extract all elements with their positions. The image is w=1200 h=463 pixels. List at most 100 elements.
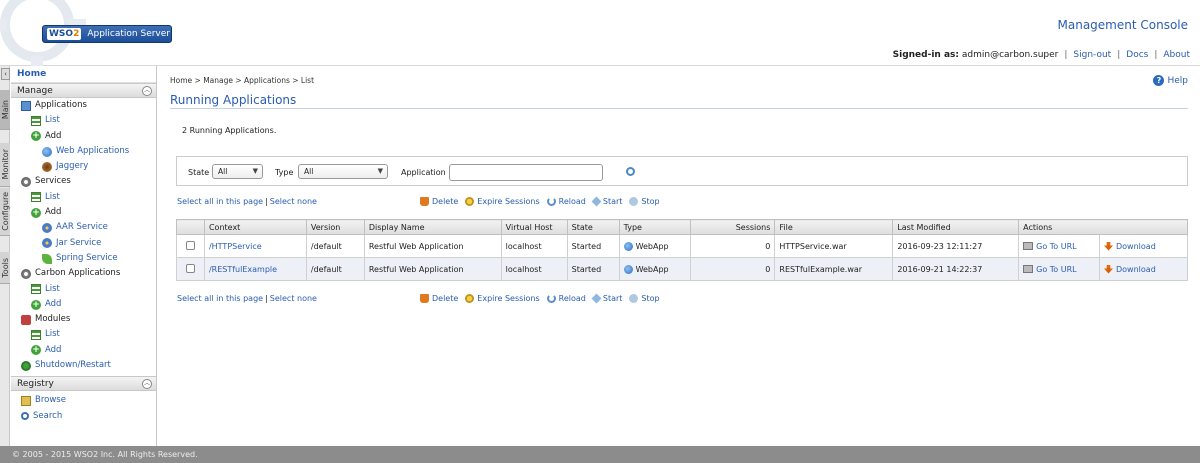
- docs-link[interactable]: Docs: [1126, 50, 1148, 60]
- tab-configure[interactable]: Configure: [0, 188, 10, 236]
- menu-jaggery[interactable]: Jaggery: [11, 159, 156, 174]
- row-checkbox-cell: [176, 234, 205, 258]
- virtual-host-cell: localhost: [500, 257, 568, 281]
- start-button[interactable]: Start: [591, 196, 622, 207]
- select-none-link[interactable]: Select none: [270, 197, 317, 206]
- stop-icon: [629, 294, 639, 303]
- menu-shutdown-restart[interactable]: Shutdown/Restart: [11, 358, 156, 373]
- header-virtual-host[interactable]: Virtual Host: [500, 219, 568, 235]
- jar-service-icon: [42, 238, 52, 249]
- row-checkbox[interactable]: [186, 240, 195, 250]
- about-link[interactable]: About: [1163, 50, 1190, 60]
- reload-button[interactable]: Reload: [546, 294, 586, 303]
- menu-search[interactable]: Search: [11, 409, 156, 424]
- stop-button[interactable]: Stop: [629, 294, 660, 303]
- go-to-url-link[interactable]: Go To URL: [1023, 242, 1077, 251]
- tab-tools[interactable]: Tools: [0, 252, 10, 284]
- section-manage[interactable]: Manage ︿: [11, 83, 156, 98]
- reload-icon: [546, 294, 556, 303]
- expire-sessions-button[interactable]: Expire Sessions: [465, 197, 540, 206]
- trash-icon: [420, 294, 429, 303]
- last-modified-cell: 2016-09-23 12:11:27: [892, 234, 1020, 258]
- state-select[interactable]: All ▼: [212, 164, 263, 179]
- help-link[interactable]: ? Help: [1153, 75, 1188, 86]
- header-type[interactable]: Type: [618, 219, 692, 235]
- header-sessions[interactable]: Sessions: [690, 219, 776, 235]
- tab-monitor[interactable]: Monitor: [0, 143, 10, 187]
- select-bar-bottom: Select all in this page | Select none: [177, 294, 317, 303]
- power-icon: [21, 360, 31, 371]
- download-link[interactable]: Download: [1104, 264, 1156, 274]
- webapp-icon: [623, 264, 633, 274]
- sessions-cell: 0: [690, 234, 776, 258]
- download-cell: Download: [1099, 234, 1188, 258]
- table-row: /RESTfulExample /default Restful Web App…: [176, 257, 1188, 281]
- sign-out-link[interactable]: Sign-out: [1073, 50, 1111, 60]
- type-label: Type: [275, 168, 294, 177]
- header-display-name[interactable]: Display Name: [363, 219, 502, 235]
- go-to-url-link[interactable]: Go To URL: [1023, 265, 1077, 274]
- menu-carbon-list[interactable]: List: [11, 282, 156, 297]
- download-link[interactable]: Download: [1104, 241, 1156, 251]
- header-version[interactable]: Version: [305, 219, 365, 235]
- menu-browse[interactable]: Browse: [11, 393, 156, 408]
- globe-icon: [42, 146, 52, 157]
- sessions-cell: 0: [690, 257, 776, 281]
- select-all-link[interactable]: Select all in this page: [177, 294, 263, 303]
- tab-main[interactable]: Main: [0, 90, 10, 130]
- menu-web-applications[interactable]: Web Applications: [11, 144, 156, 159]
- select-all-link[interactable]: Select all in this page: [177, 197, 263, 206]
- type-select[interactable]: All ▼: [298, 164, 388, 179]
- collapse-icon[interactable]: ︿: [142, 379, 152, 390]
- delete-button[interactable]: Delete: [420, 294, 458, 303]
- header-last-modified[interactable]: Last Modified: [892, 219, 1020, 235]
- select-bar-top: Select all in this page | Select none: [177, 197, 317, 206]
- select-none-link[interactable]: Select none: [270, 294, 317, 303]
- menu-aar-service[interactable]: AAR Service: [11, 220, 156, 235]
- expire-sessions-button[interactable]: Expire Sessions: [465, 294, 540, 303]
- expire-sessions-icon: [465, 294, 475, 303]
- version-cell: /default: [305, 234, 365, 258]
- applications-icon: [21, 100, 31, 111]
- stop-button[interactable]: Stop: [629, 197, 660, 206]
- header-context[interactable]: Context: [203, 219, 307, 235]
- header-state[interactable]: State: [566, 219, 620, 235]
- state-cell: Started: [566, 234, 620, 258]
- application-search-input[interactable]: [449, 164, 603, 181]
- context-link[interactable]: /RESTfulExample: [209, 265, 277, 274]
- menu-modules: Modules: [11, 312, 156, 327]
- url-icon: [1023, 265, 1034, 273]
- running-count-text: 2 Running Applications.: [182, 126, 277, 135]
- reload-button[interactable]: Reload: [546, 197, 586, 206]
- row-checkbox[interactable]: [186, 263, 195, 273]
- menu-modules-list[interactable]: List: [11, 327, 156, 342]
- list-icon: [31, 115, 41, 126]
- application-label: Application: [401, 168, 446, 177]
- console-title: Management Console: [1057, 18, 1189, 32]
- menu-applications-list[interactable]: List: [11, 113, 156, 128]
- menu-home[interactable]: Home: [11, 66, 156, 83]
- url-icon: [1023, 242, 1034, 250]
- menu-services-list[interactable]: List: [11, 190, 156, 205]
- chevron-down-icon: ▼: [377, 167, 383, 175]
- start-button[interactable]: Start: [591, 293, 622, 304]
- go-to-url-cell: Go To URL: [1018, 257, 1100, 281]
- collapse-icon[interactable]: ︿: [142, 86, 152, 96]
- table-row: /HTTPService /default Restful Web Applic…: [176, 234, 1188, 258]
- section-registry[interactable]: Registry ︿: [11, 376, 156, 392]
- search-icon[interactable]: [626, 167, 635, 176]
- menu-spring-service[interactable]: Spring Service: [11, 251, 156, 266]
- state-cell: Started: [566, 257, 620, 281]
- context-link[interactable]: /HTTPService: [209, 242, 262, 251]
- menu-carbon-add[interactable]: + Add: [11, 297, 156, 312]
- delete-button[interactable]: Delete: [420, 197, 458, 206]
- breadcrumb[interactable]: Home > Manage > Applications > List: [170, 76, 314, 85]
- collapse-menu-button[interactable]: ‹: [1, 68, 10, 80]
- left-menu: Home Manage ︿ Applications List + Add Web …: [11, 66, 157, 446]
- product-name: Application Server: [87, 29, 170, 39]
- type-cell: WebApp: [618, 234, 692, 258]
- menu-jar-service[interactable]: Jar Service: [11, 236, 156, 251]
- menu-modules-add[interactable]: + Add: [11, 343, 156, 358]
- header-file[interactable]: File: [774, 219, 894, 235]
- product-logo[interactable]: WSO2 Application Server: [42, 25, 172, 43]
